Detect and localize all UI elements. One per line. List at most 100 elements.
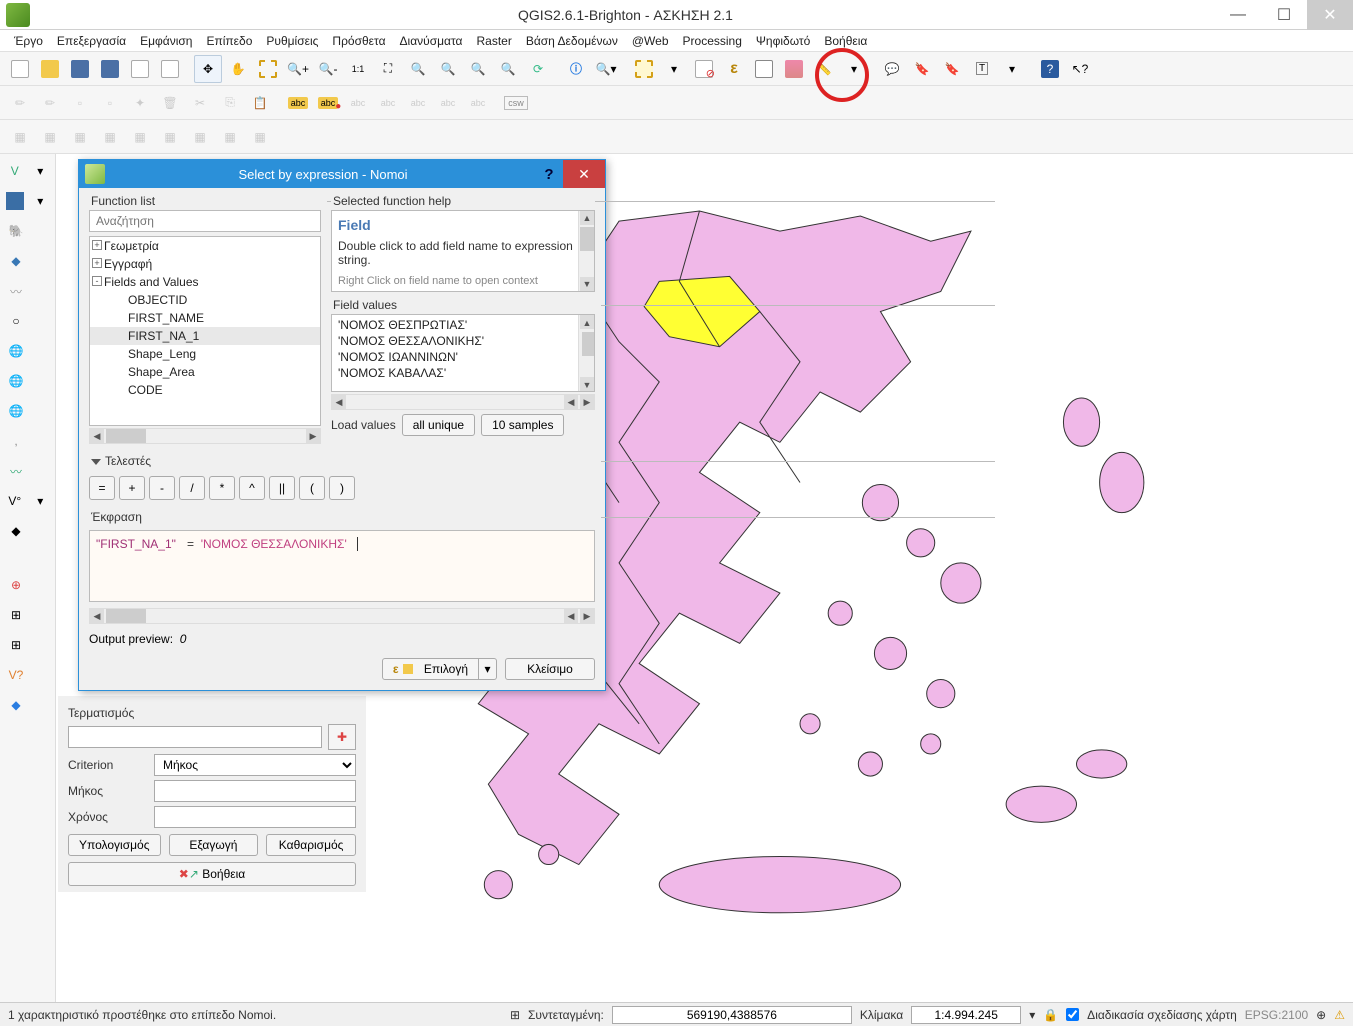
minimize-button[interactable]: — — [1215, 0, 1261, 30]
crs-icon[interactable]: ⊕ — [1316, 1008, 1326, 1022]
menu-help[interactable]: Βοήθεια — [818, 32, 873, 50]
function-tree[interactable]: +Γεωμετρία +Εγγραφή -Fields and Values O… — [89, 236, 321, 426]
delete-selected-icon[interactable]: 🗑 — [156, 89, 184, 117]
tree-fields[interactable]: -Fields and Values — [90, 273, 320, 291]
menu-processing[interactable]: Processing — [677, 32, 748, 50]
menu-vector[interactable]: Διανύσματα — [394, 32, 469, 50]
add-postgis-icon[interactable]: 🐘 — [4, 219, 28, 243]
add-raster-icon[interactable] — [4, 189, 26, 213]
dialog-close-button[interactable]: ✕ — [563, 160, 605, 188]
misc-tool1-icon[interactable]: ▦ — [6, 123, 34, 151]
misc-tool8-icon[interactable]: ▦ — [216, 123, 244, 151]
select-button-combo[interactable]: ε Επιλογή ▾ — [382, 658, 497, 680]
zoom-selection-icon[interactable]: 🔍 — [404, 55, 432, 83]
tips-icon[interactable]: 💬 — [878, 55, 906, 83]
tree-field-shapeleng[interactable]: Shape_Leng — [90, 345, 320, 363]
label-tool3-icon[interactable]: abc — [374, 89, 402, 117]
function-search-input[interactable] — [89, 210, 321, 232]
misc-tool2-icon[interactable]: ▦ — [36, 123, 64, 151]
render-checkbox[interactable] — [1066, 1008, 1079, 1021]
op-mul[interactable]: * — [209, 476, 235, 500]
zoom-out-icon[interactable]: 🔍- — [314, 55, 342, 83]
tree-field-firstna1[interactable]: FIRST_NA_1 — [90, 327, 320, 345]
zoom-full-icon[interactable]: ⛶ — [374, 55, 402, 83]
all-unique-button[interactable]: all unique — [402, 414, 475, 436]
select-dd-icon[interactable]: ▾ — [660, 55, 688, 83]
add-spatialite-icon[interactable]: ◆ — [4, 249, 28, 273]
panel-help-button[interactable]: ✖↗ Βοήθεια — [68, 862, 356, 886]
op-eq[interactable]: = — [89, 476, 115, 500]
time-input[interactable] — [154, 806, 356, 828]
move-feature-icon[interactable]: ▫ — [96, 89, 124, 117]
tree-record[interactable]: +Εγγραφή — [90, 255, 320, 273]
menu-plugins[interactable]: Πρόσθετα — [326, 32, 391, 50]
new-project-icon[interactable] — [6, 55, 34, 83]
scale-dd[interactable]: ▾ — [1029, 1008, 1035, 1022]
add-mssql-icon[interactable]: 〰 — [4, 279, 28, 303]
misc-tool9-icon[interactable]: ▦ — [246, 123, 274, 151]
op-concat[interactable]: || — [269, 476, 295, 500]
field-value-1[interactable]: 'ΝΟΜΟΣ ΘΕΣΣΑΛΟΝΙΚΗΣ' — [336, 333, 590, 349]
label-tool4-icon[interactable]: abc — [404, 89, 432, 117]
menu-settings[interactable]: Ρυθμίσεις — [260, 32, 324, 50]
new-spatialite-icon[interactable]: ◆ — [4, 519, 28, 543]
field-value-3[interactable]: 'ΝΟΜΟΣ ΚΑΒΑΛΑΣ' — [336, 365, 590, 381]
field-value-0[interactable]: 'ΝΟΜΟΣ ΘΕΣΠΡΩΤΙΑΣ' — [336, 317, 590, 333]
tree-geometry[interactable]: +Γεωμετρία — [90, 237, 320, 255]
add-wfs-icon[interactable]: 🌐 — [4, 399, 28, 423]
copy-icon[interactable]: ⎘ — [216, 89, 244, 117]
tree-field-firstname[interactable]: FIRST_NAME — [90, 309, 320, 327]
edit-toggle-icon[interactable]: ✏ — [6, 89, 34, 117]
edit-save-icon[interactable]: ✏ — [36, 89, 64, 117]
lt-dd1[interactable]: ▾ — [30, 159, 52, 183]
composer-icon[interactable] — [156, 55, 184, 83]
export-button[interactable]: Εξαγωγή — [169, 834, 259, 856]
open-icon[interactable] — [36, 55, 64, 83]
pan-selection-icon[interactable]: ✋ — [224, 55, 252, 83]
save-as-icon[interactable] — [96, 55, 124, 83]
zoom-in-icon[interactable]: 🔍+ — [284, 55, 312, 83]
text-annotation-icon[interactable]: T — [968, 55, 996, 83]
select-rect-icon[interactable] — [630, 55, 658, 83]
field-calc-icon[interactable] — [780, 55, 808, 83]
maximize-button[interactable]: ☐ — [1261, 0, 1307, 30]
tree-hscroll[interactable]: ◀▶ — [89, 428, 321, 444]
field-value-2[interactable]: 'ΝΟΜΟΣ ΙΩΑΝΝΙΝΩΝ' — [336, 349, 590, 365]
toggle-extents-icon[interactable]: ⊞ — [510, 1008, 520, 1022]
spatial-query-icon[interactable]: V? — [4, 663, 28, 687]
op-rparen[interactable]: ) — [329, 476, 355, 500]
menu-view[interactable]: Εμφάνιση — [134, 32, 198, 50]
ten-samples-button[interactable]: 10 samples — [481, 414, 564, 436]
add-wcs-icon[interactable]: 🌐 — [4, 369, 28, 393]
scale-lock-icon[interactable]: 🔒 — [1043, 1008, 1058, 1022]
op-minus[interactable]: - — [149, 476, 175, 500]
pan-icon[interactable]: ✥ — [194, 55, 222, 83]
bookmark-new-icon[interactable]: 🔖 — [908, 55, 936, 83]
clear-button[interactable]: Καθαρισμός — [266, 834, 356, 856]
add-csv-icon[interactable]: , — [4, 429, 28, 453]
coord-capture-icon[interactable]: ⊕ — [4, 573, 28, 597]
menu-project[interactable]: Έργο — [8, 32, 49, 50]
refresh-icon[interactable]: ⟳ — [524, 55, 552, 83]
help-scrollbar[interactable]: ▲▼ — [578, 211, 594, 291]
new-shapefile-icon[interactable]: V° — [4, 489, 26, 513]
network-icon[interactable]: ◆ — [4, 693, 28, 717]
zoom-next-icon[interactable]: 🔍 — [494, 55, 522, 83]
zoom-last-icon[interactable]: 🔍 — [464, 55, 492, 83]
help-icon[interactable]: ? — [1036, 55, 1064, 83]
zoom-layer-icon[interactable]: 🔍 — [434, 55, 462, 83]
termination-input[interactable] — [68, 726, 322, 748]
zoom-rect-icon[interactable] — [254, 55, 282, 83]
calculate-button[interactable]: Υπολογισμός — [68, 834, 161, 856]
lt-dd3[interactable]: ▾ — [30, 489, 52, 513]
select-dropdown[interactable]: ▾ — [479, 658, 497, 680]
add-gpx-icon[interactable]: 〰 — [4, 459, 28, 483]
misc-tool3-icon[interactable]: ▦ — [66, 123, 94, 151]
field-values-list[interactable]: 'ΝΟΜΟΣ ΘΕΣΠΡΩΤΙΑΣ' 'ΝΟΜΟΣ ΘΕΣΣΑΛΟΝΙΚΗΣ' … — [331, 314, 595, 392]
add-feature-icon[interactable]: ▫ — [66, 89, 94, 117]
identify-dd-icon[interactable]: 🔍▾ — [592, 55, 620, 83]
crs-label[interactable]: EPSG:2100 — [1245, 1008, 1308, 1022]
operators-label[interactable]: Τελεστές — [89, 454, 595, 468]
misc-tool4-icon[interactable]: ▦ — [96, 123, 124, 151]
select-expression-icon[interactable]: ε — [720, 55, 748, 83]
